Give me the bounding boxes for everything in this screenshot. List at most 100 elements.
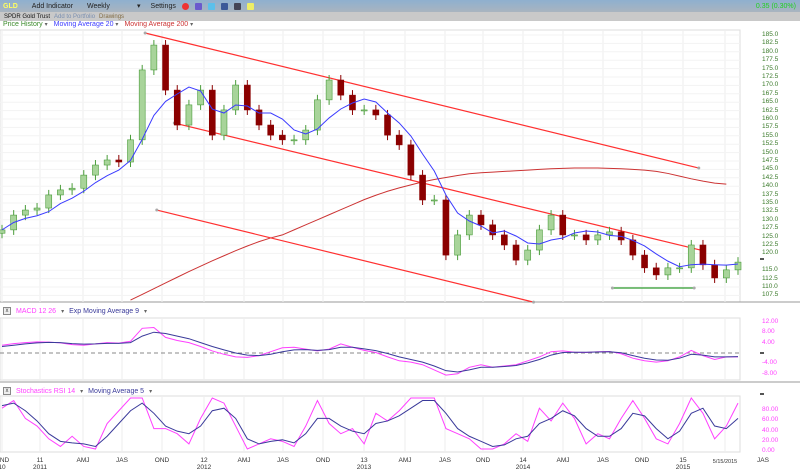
candle xyxy=(582,234,590,241)
add-to-portfolio-link[interactable]: Add to Portfolio xyxy=(54,14,95,20)
candle xyxy=(0,229,6,234)
candle xyxy=(138,69,146,141)
price-tick-label: 132.5 xyxy=(762,207,779,215)
trendline-handle xyxy=(143,31,147,35)
candle xyxy=(501,234,508,246)
close-panel-icon[interactable]: x xyxy=(3,387,11,395)
x-tick-label: JAS xyxy=(116,457,128,464)
document-icon[interactable] xyxy=(194,2,202,10)
stoch-title[interactable]: Stochastics RSI 14 xyxy=(16,388,75,395)
close-panel-icon[interactable]: x xyxy=(3,307,11,315)
candle xyxy=(255,109,263,126)
candle xyxy=(68,187,76,191)
candle xyxy=(442,199,450,256)
chart-canvas[interactable] xyxy=(0,0,800,470)
price-tick-label: 162.5 xyxy=(762,106,779,114)
candle xyxy=(384,114,391,136)
twitter-icon[interactable] xyxy=(207,2,215,10)
x-tick-label: JAS xyxy=(757,457,769,464)
price-tick-label: 185.0 xyxy=(762,31,779,38)
macd-tick-label: -8.00 xyxy=(762,369,777,377)
candle xyxy=(115,159,123,163)
candle xyxy=(734,261,742,271)
candle xyxy=(267,124,274,136)
drawings-link[interactable]: Drawings xyxy=(99,14,124,20)
stoch-tick-label: 80.00 xyxy=(762,406,779,414)
candle xyxy=(208,89,216,136)
candle xyxy=(185,104,193,126)
trendline xyxy=(144,32,699,169)
price-tick-label: 152.5 xyxy=(762,140,779,148)
candle xyxy=(220,109,228,136)
candle xyxy=(699,244,707,266)
candle xyxy=(407,144,415,176)
candle xyxy=(571,234,578,237)
x-tick-label: 13 xyxy=(360,457,368,464)
toolbar: GLD Add Indicator Weekly ▾ Settings 0.35… xyxy=(0,0,800,12)
candle xyxy=(524,249,532,261)
x-tick-label: 12 xyxy=(200,457,208,464)
macd-signal-title[interactable]: Exp Moving Average 9 xyxy=(69,308,139,315)
candle xyxy=(290,139,298,142)
trendline-handle xyxy=(692,286,696,290)
candle xyxy=(325,79,333,101)
legend-price-history[interactable]: Price History ▾ xyxy=(3,21,48,28)
candle xyxy=(629,239,637,256)
legend-ma20[interactable]: Moving Average 20 ▾ xyxy=(54,21,119,28)
chat-icon[interactable] xyxy=(246,2,254,10)
candle xyxy=(606,231,613,236)
macd-signal-line xyxy=(1,331,739,373)
legend-ma200[interactable]: Moving Average 200 ▾ xyxy=(124,21,193,28)
macd-panel-header: x MACD 12 26 ▾ Exp Moving Average 9 ▾ xyxy=(3,307,147,315)
x-tick-label: 11 xyxy=(36,457,44,464)
candle xyxy=(536,229,543,251)
price-tick-label: 175.0 xyxy=(762,64,779,72)
home-icon[interactable] xyxy=(233,2,241,10)
price-tick-label: 130.0 xyxy=(762,215,779,223)
candle xyxy=(489,224,496,236)
candle xyxy=(80,174,88,189)
stoch-last-value xyxy=(760,393,764,395)
settings-button[interactable]: Settings xyxy=(151,3,176,10)
price-change: 0.35 (0.30%) xyxy=(755,2,796,10)
price-tick-label: 137.5 xyxy=(762,190,779,198)
candle xyxy=(559,214,567,236)
candle xyxy=(617,231,625,241)
price-tick-label: 112.5 xyxy=(762,274,778,282)
price-tick-label: 140.0 xyxy=(762,182,779,190)
macd-last-value xyxy=(760,351,764,354)
security-name: SPDR Gold Trust xyxy=(4,13,51,20)
chevron-down-icon[interactable]: ▾ xyxy=(137,2,141,10)
candle xyxy=(419,174,426,201)
stoch-panel-header: x Stochastics RSI 14 ▾ Moving Average 5 ▾ xyxy=(3,387,152,395)
candle xyxy=(103,159,111,166)
alarm-icon[interactable] xyxy=(181,2,189,10)
ma20-line xyxy=(1,86,739,268)
macd-panel xyxy=(0,317,741,381)
trendline-handle xyxy=(703,249,707,253)
candle xyxy=(92,164,99,176)
candle xyxy=(162,44,169,91)
x-tick-label: 14 xyxy=(519,457,527,464)
price-tick-label: 180.0 xyxy=(762,47,779,55)
trendline-handle xyxy=(532,300,536,304)
price-tick-label: 120.0 xyxy=(762,249,779,257)
price-panel xyxy=(0,29,741,303)
stoch-ma-title[interactable]: Moving Average 5 xyxy=(88,388,144,395)
candle xyxy=(711,264,718,279)
candle xyxy=(372,109,380,116)
macd-title[interactable]: MACD 12 26 xyxy=(16,308,56,315)
add-indicator-button[interactable]: Add Indicator xyxy=(32,3,73,10)
candle xyxy=(22,209,29,216)
symbol[interactable]: GLD xyxy=(3,3,18,10)
candle xyxy=(349,94,356,111)
stoch-ma-line xyxy=(1,400,739,447)
facebook-icon[interactable] xyxy=(220,2,228,10)
candle xyxy=(279,134,286,141)
price-tick-label: 160.0 xyxy=(762,115,779,122)
price-tick-label: 107.5 xyxy=(762,291,779,299)
period-select[interactable]: Weekly xyxy=(87,3,131,10)
sub-toolbar: SPDR Gold Trust Add to Portfolio Drawing… xyxy=(0,12,800,21)
candle xyxy=(687,244,695,269)
x-tick-label: OND xyxy=(0,457,10,464)
